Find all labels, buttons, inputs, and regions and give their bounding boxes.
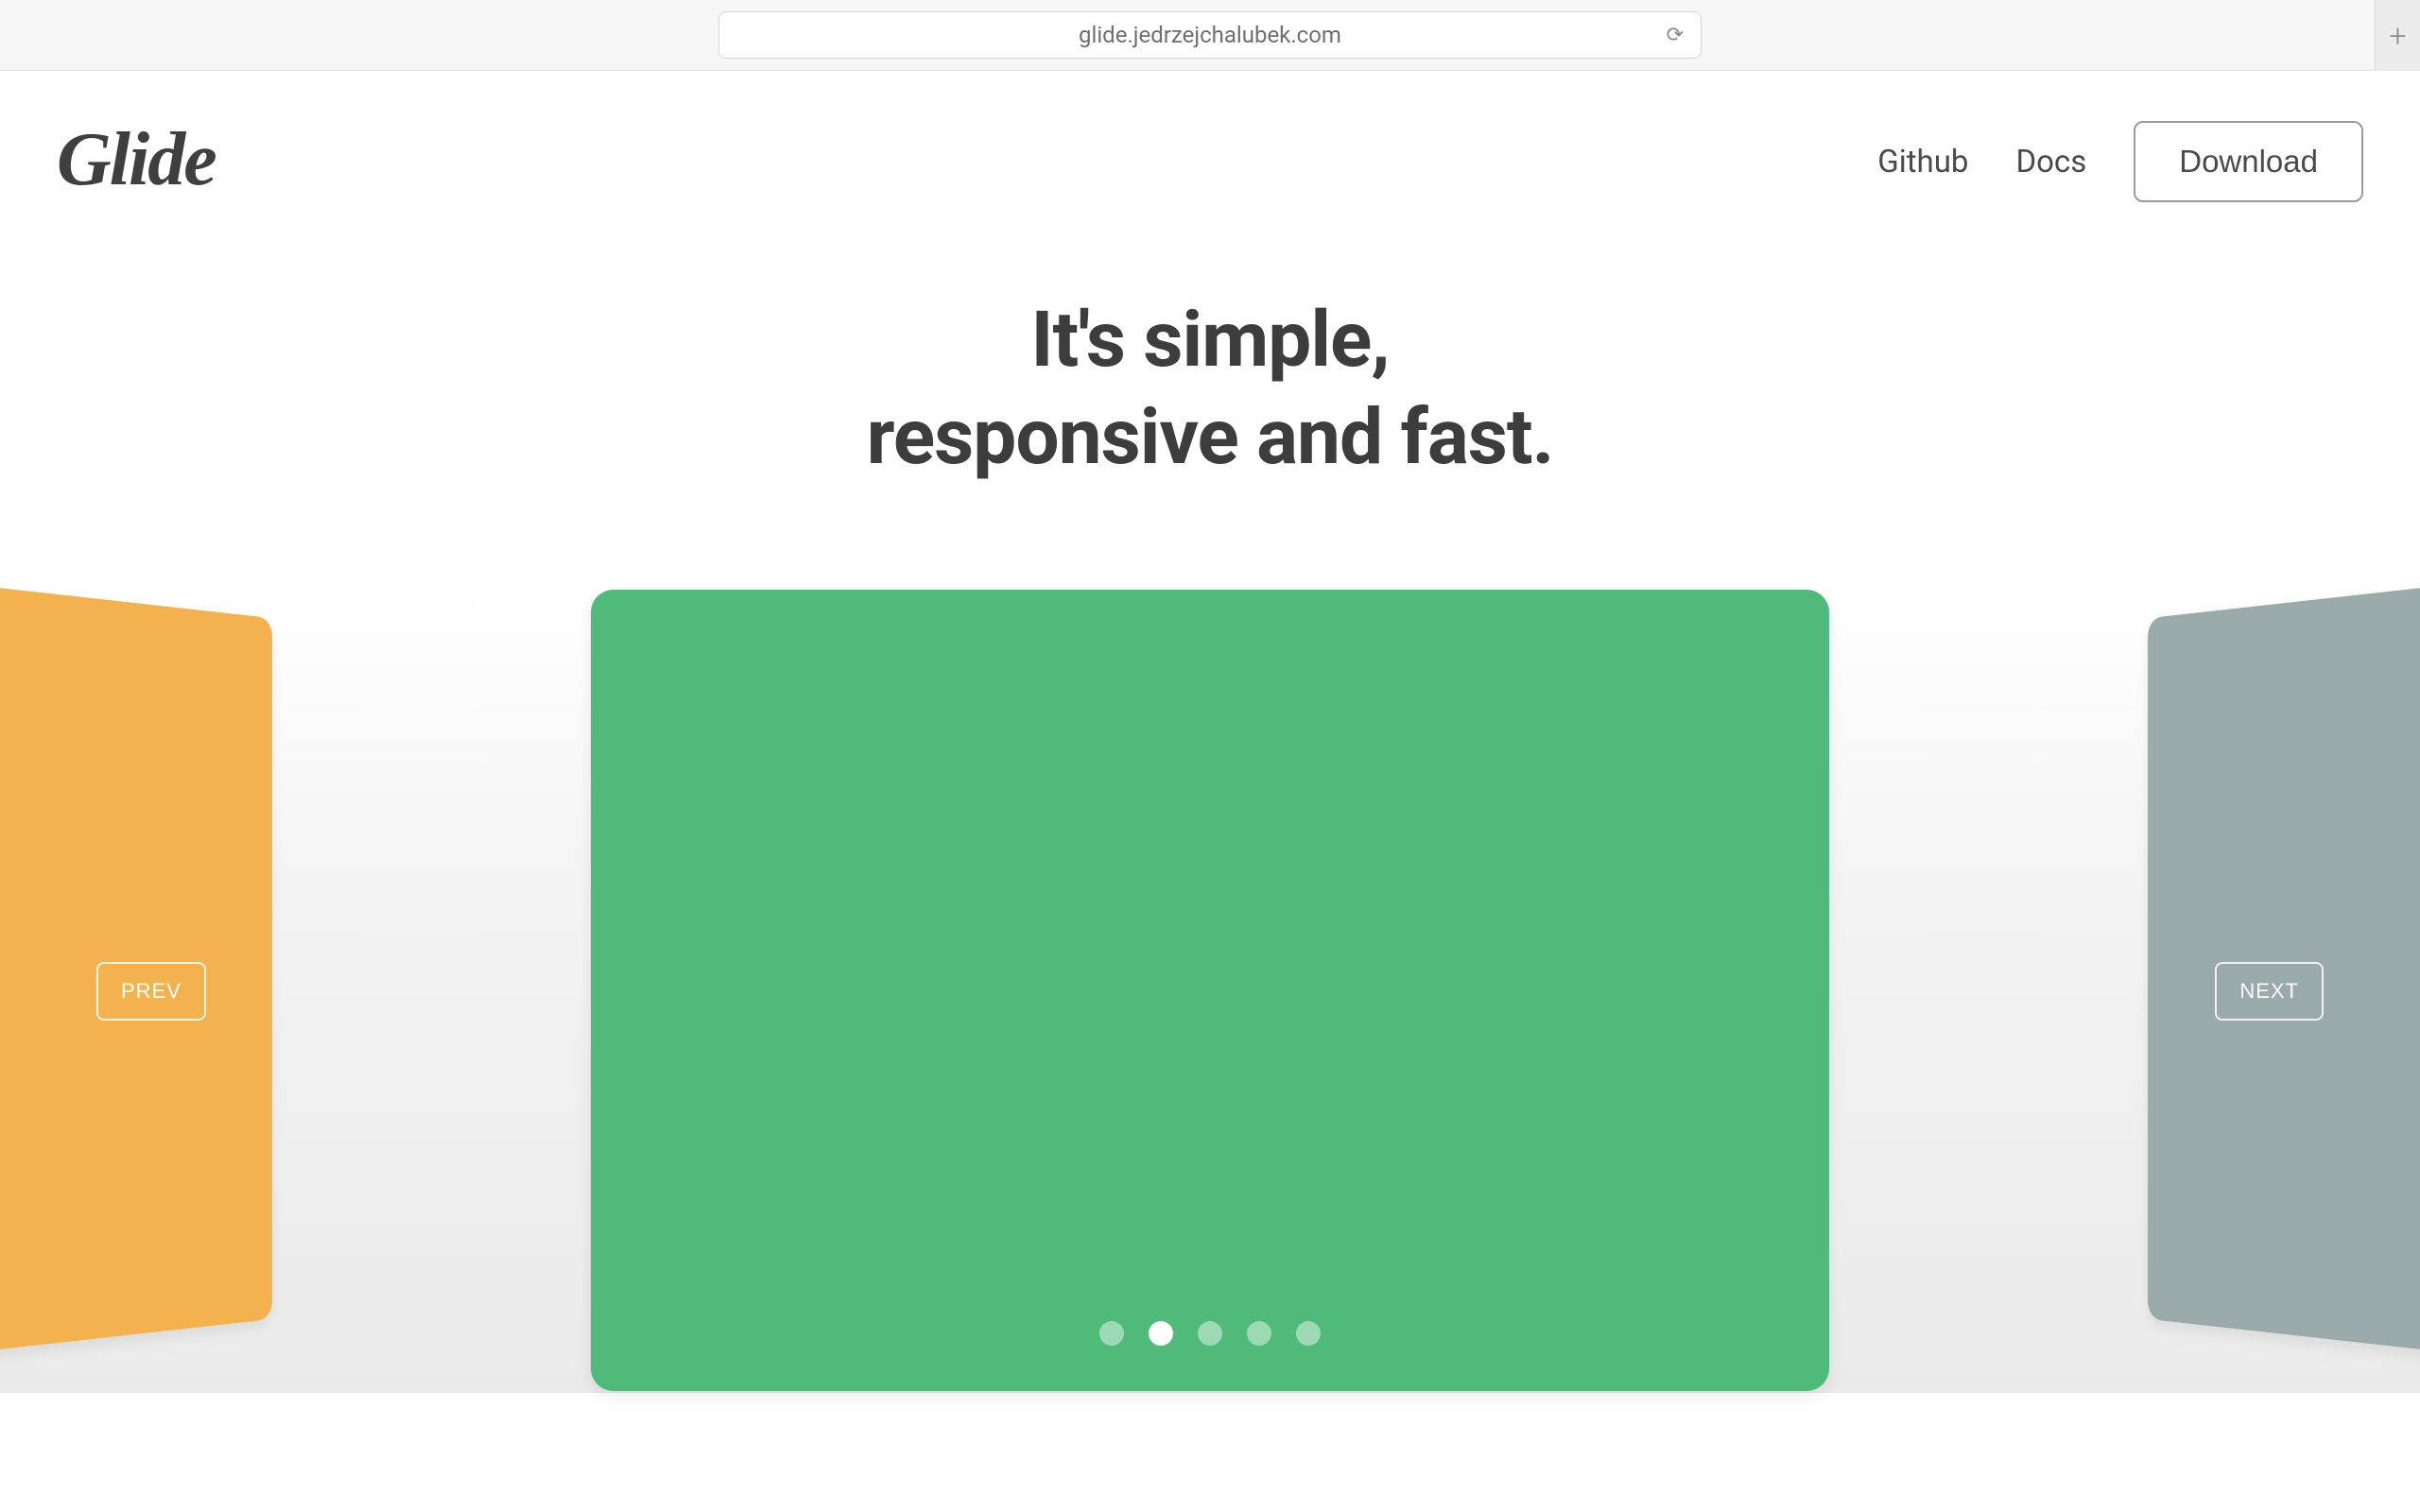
refresh-icon[interactable]: ⟳ [1667,24,1684,47]
svg-text:Glide: Glide [57,118,216,201]
page-content: Glide Github Docs Download It's simple, … [0,71,2420,1512]
carousel-dot[interactable] [1247,1321,1271,1346]
nav-link-docs[interactable]: Docs [2015,144,2086,180]
hero: It's simple, responsive and fast. [0,292,2420,486]
nav-link-github[interactable]: Github [1877,144,1968,180]
logo-icon: Glide [57,116,246,207]
url-bar[interactable]: glide.jedrzejchalubek.com ⟳ [718,11,1702,59]
download-button[interactable]: Download [2134,121,2363,202]
site-header: Glide Github Docs Download [0,71,2420,207]
plus-icon: + [2389,18,2406,54]
carousel-stage [0,590,2420,1393]
new-tab-button[interactable]: + [2375,0,2420,71]
carousel-prev-button[interactable]: PREV [96,962,206,1021]
carousel-dot[interactable] [1296,1321,1321,1346]
main-nav: Github Docs Download [1877,121,2363,202]
carousel-dot[interactable] [1099,1321,1124,1346]
browser-toolbar: glide.jedrzejchalubek.com ⟳ + [0,0,2420,71]
logo[interactable]: Glide [57,116,246,207]
carousel-dot[interactable] [1198,1321,1222,1346]
hero-heading: It's simple, responsive and fast. [0,292,2420,486]
carousel: PREV NEXT [0,590,2420,1393]
hero-line-2: responsive and fast. [867,392,1554,483]
carousel-next-button[interactable]: NEXT [2215,962,2324,1021]
carousel-dot[interactable] [1149,1321,1173,1346]
carousel-slide-active[interactable] [591,590,1829,1391]
hero-line-1: It's simple, [1030,295,1389,386]
carousel-dots [1099,1321,1321,1346]
url-text: glide.jedrzejchalubek.com [1079,22,1341,48]
